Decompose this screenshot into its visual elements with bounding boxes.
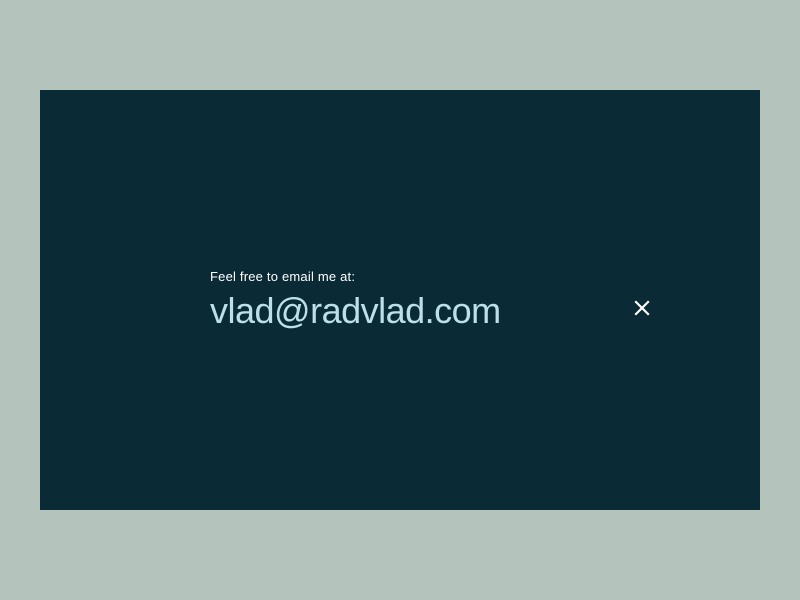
contact-modal: Feel free to email me at: vlad@radvlad.c… (40, 90, 760, 510)
close-icon (634, 300, 650, 321)
email-address[interactable]: vlad@radvlad.com (210, 290, 760, 332)
prompt-label: Feel free to email me at: (210, 269, 760, 284)
close-button[interactable] (630, 298, 654, 322)
